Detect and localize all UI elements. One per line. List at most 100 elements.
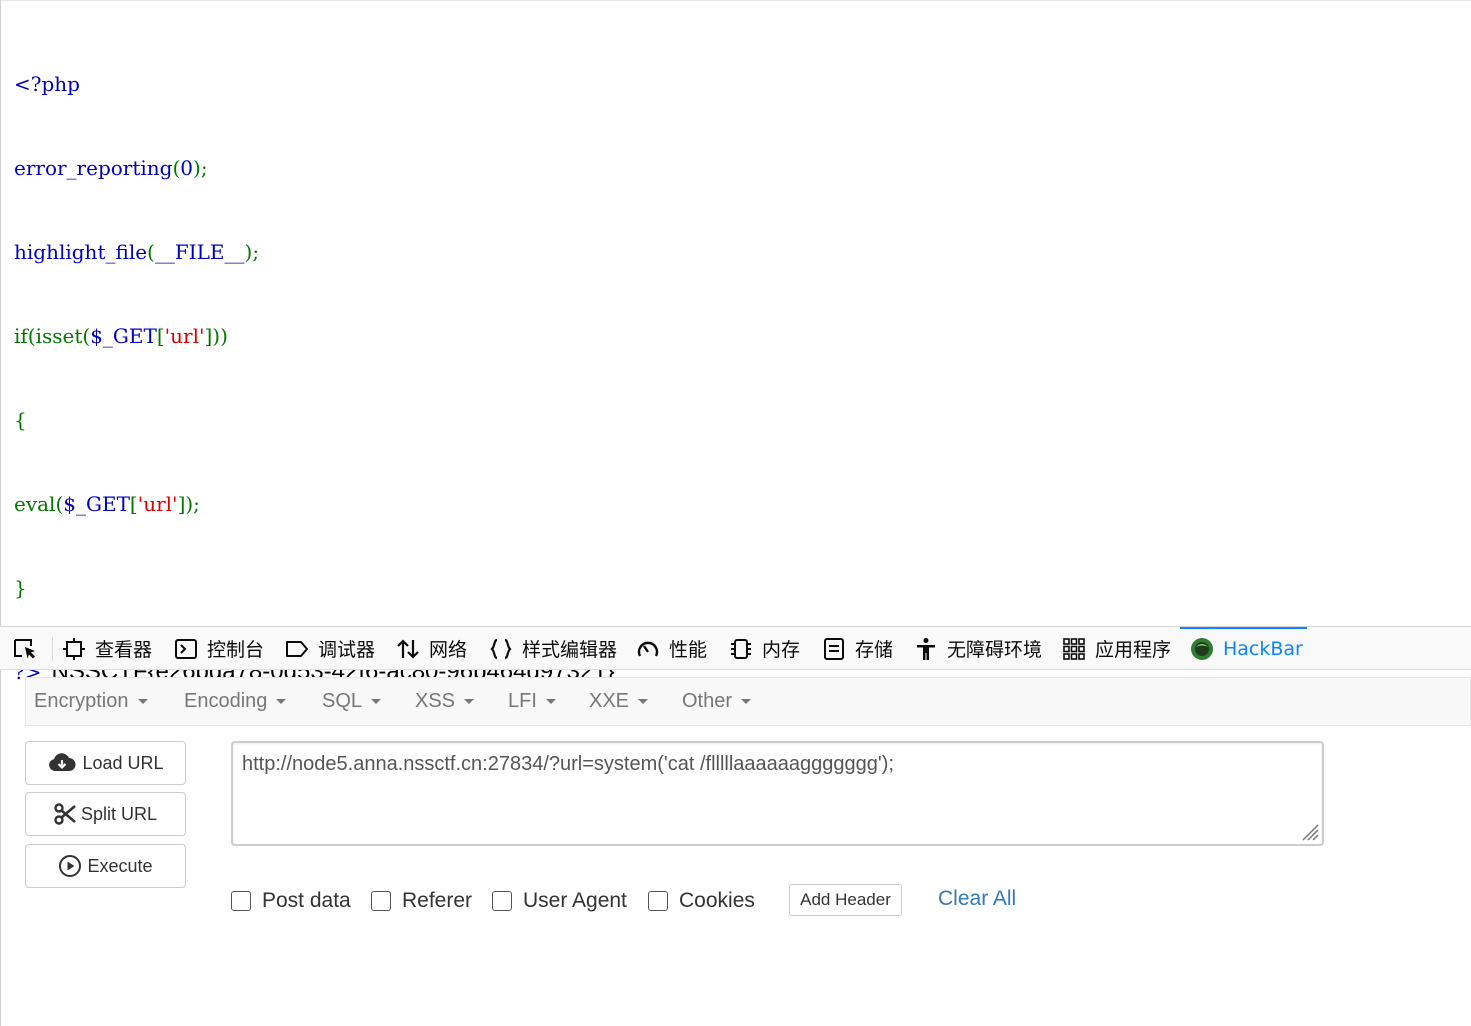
menu-other[interactable]: Other xyxy=(682,678,752,725)
source-line-6: eval($_GET['url']); xyxy=(14,490,615,518)
eval-call: eval( xyxy=(14,492,64,516)
resize-grip-icon[interactable] xyxy=(1299,821,1319,841)
style-editor-icon xyxy=(490,638,512,659)
caret-down-icon xyxy=(741,699,752,704)
brace-open: { xyxy=(14,408,27,432)
bracket-close: ])) xyxy=(204,324,228,348)
add-header-button[interactable]: Add Header xyxy=(789,884,902,916)
caret-down-icon xyxy=(638,699,649,704)
tab-label: 查看器 xyxy=(95,639,153,661)
brace-close: } xyxy=(14,576,27,600)
toolbar-separator xyxy=(52,637,53,661)
element-picker-icon[interactable] xyxy=(12,637,42,663)
source-line-3: highlight_file(__FILE__); xyxy=(14,238,615,266)
checkbox-label: Post data xyxy=(262,889,351,912)
performance-icon xyxy=(637,641,659,657)
source-line-5: { xyxy=(14,406,615,434)
tab-label: 调试器 xyxy=(318,639,376,661)
paren-close: ); xyxy=(244,240,260,264)
checkbox-label: Cookies xyxy=(679,889,755,912)
tab-console[interactable]: 控制台 xyxy=(174,627,264,670)
post-data-checkbox[interactable]: Post data xyxy=(231,887,351,915)
clear-all-link[interactable]: Clear All xyxy=(938,887,1016,911)
checkbox-box[interactable] xyxy=(231,891,251,911)
tab-application[interactable]: 应用程序 xyxy=(1062,627,1171,670)
tab-debugger[interactable]: 调试器 xyxy=(285,627,375,670)
const-file: __FILE__ xyxy=(154,240,245,264)
arg-zero: 0 xyxy=(180,156,194,180)
tab-memory[interactable]: 内存 xyxy=(729,627,800,670)
source-line-1: <?php xyxy=(14,70,615,98)
tab-accessibility[interactable]: 无障碍环境 xyxy=(914,627,1042,670)
tab-storage[interactable]: 存储 xyxy=(822,627,893,670)
menu-xss[interactable]: XSS xyxy=(415,678,475,725)
referer-checkbox[interactable]: Referer xyxy=(371,887,472,915)
string-url: 'url' xyxy=(164,324,205,348)
checkbox-label: User Agent xyxy=(523,889,627,912)
paren: ( xyxy=(147,240,155,264)
tab-label: 应用程序 xyxy=(1095,639,1172,661)
network-icon xyxy=(397,638,419,659)
menu-label: Other xyxy=(682,690,733,712)
tab-label: 样式编辑器 xyxy=(522,639,618,661)
checkbox-box[interactable] xyxy=(371,891,391,911)
bracket: [ xyxy=(156,324,165,348)
devtools-toolbar: 查看器 控制台 调试器 网络 样式编辑器 性能 内存 存储 无障碍环境 应用程序… xyxy=(0,626,1471,670)
hackbar-icon xyxy=(1191,637,1213,660)
menu-encoding[interactable]: Encoding xyxy=(184,678,287,725)
menu-lfi[interactable]: LFI xyxy=(508,678,556,725)
caret-down-icon xyxy=(464,699,475,704)
tab-label: 无障碍环境 xyxy=(947,639,1043,661)
menu-label: Encryption xyxy=(34,690,129,712)
tab-label: 网络 xyxy=(429,639,468,661)
menu-label: Encoding xyxy=(184,690,268,712)
debugger-icon xyxy=(286,640,308,657)
tab-performance[interactable]: 性能 xyxy=(636,627,707,670)
bracket: [ xyxy=(129,492,138,516)
menu-label: LFI xyxy=(508,690,537,712)
checkbox-box[interactable] xyxy=(648,891,668,911)
hackbar-menu: Encryption Encoding SQL XSS LFI XXE Othe… xyxy=(25,677,1471,726)
split-url-button[interactable]: Split URL xyxy=(25,792,186,836)
play-circle-icon xyxy=(59,855,82,877)
menu-label: SQL xyxy=(322,690,363,712)
scissors-icon xyxy=(54,803,76,825)
tab-inspector[interactable]: 查看器 xyxy=(62,627,152,670)
if-isset: if(isset( xyxy=(14,324,91,348)
menu-xxe[interactable]: XXE xyxy=(589,678,649,725)
tab-label: 控制台 xyxy=(207,639,265,661)
source-line-2: error_reporting(0); xyxy=(14,154,615,182)
tab-label: HackBar xyxy=(1223,637,1303,660)
storage-icon xyxy=(824,637,844,660)
func-error-reporting: error_reporting xyxy=(14,156,173,180)
load-url-button[interactable]: Load URL xyxy=(25,741,186,785)
cloud-download-icon xyxy=(49,753,76,771)
accessibility-icon xyxy=(917,637,935,660)
console-icon xyxy=(175,638,197,659)
button-label: Execute xyxy=(87,855,153,876)
window-top-border xyxy=(0,0,1471,1)
checkbox-box[interactable] xyxy=(492,891,512,911)
tab-hackbar[interactable]: HackBar xyxy=(1180,627,1307,670)
url-value: http://node5.anna.nssctf.cn:27834/?url=s… xyxy=(242,753,894,775)
tab-label: 存储 xyxy=(855,639,894,661)
user-agent-checkbox[interactable]: User Agent xyxy=(492,887,627,915)
cookies-checkbox[interactable]: Cookies xyxy=(648,887,755,915)
php-source: <?php error_reporting(0); highlight_file… xyxy=(14,14,615,714)
menu-sql[interactable]: SQL xyxy=(322,678,382,725)
memory-icon xyxy=(731,638,751,659)
caret-down-icon xyxy=(276,699,287,704)
button-label: Split URL xyxy=(80,803,158,824)
inspector-icon xyxy=(63,637,85,660)
var-get: $_GET xyxy=(63,492,130,516)
execute-button[interactable]: Execute xyxy=(25,844,186,888)
tab-style-editor[interactable]: 样式编辑器 xyxy=(489,627,617,670)
button-label: Load URL xyxy=(82,752,164,773)
source-line-4: if(isset($_GET['url'])) xyxy=(14,322,615,350)
menu-encryption[interactable]: Encryption xyxy=(34,678,148,725)
tab-network[interactable]: 网络 xyxy=(396,627,467,670)
source-line-7: } xyxy=(14,574,615,602)
checkbox-label: Referer xyxy=(402,889,473,912)
url-input[interactable]: http://node5.anna.nssctf.cn:27834/?url=s… xyxy=(231,741,1324,846)
caret-down-icon xyxy=(371,699,382,704)
